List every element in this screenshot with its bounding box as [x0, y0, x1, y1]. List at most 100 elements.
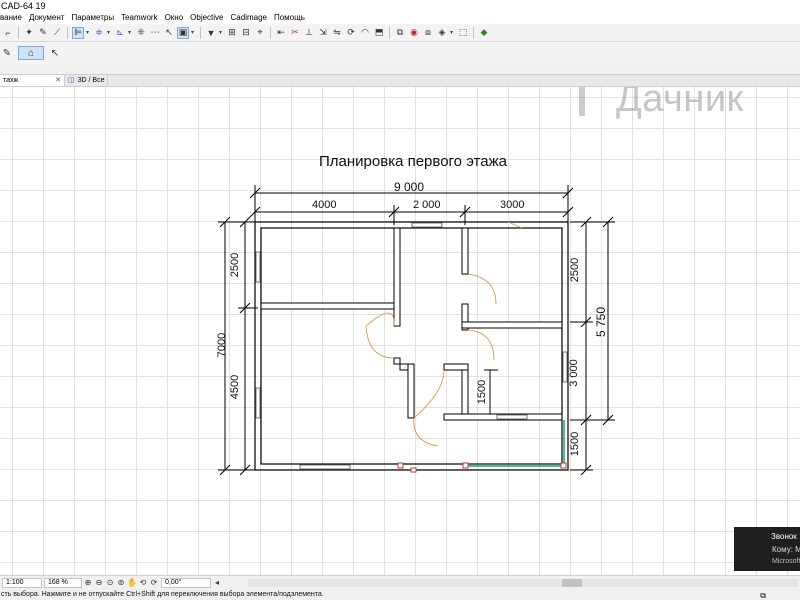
dimension-right-segment: 3 000 — [567, 359, 580, 387]
notification-recipient: Кому: М — [772, 545, 800, 554]
layer-combination-icon[interactable]: ▣ — [177, 26, 189, 39]
fillet-icon[interactable]: ◠ — [359, 27, 371, 39]
menu-item-objective[interactable]: Objective — [187, 12, 227, 24]
chevron-down-icon[interactable]: ▾ — [128, 29, 133, 36]
horizontal-scrollbar[interactable] — [248, 579, 798, 587]
standard-toolbar: ⌐ ✦ ✎ ⟋ ⊫ ▾ ≑ ▾ ⊾ ▾ ⁜ ⋯ ↖ ▣ ▾ ▼ ▾ ⊞ ⊟ ⌖ … — [0, 24, 800, 42]
toolbar-divider — [200, 26, 201, 39]
grid-snap-icon[interactable]: ⁜ — [135, 27, 147, 39]
call-notification[interactable]: Звонок Кому: М Microsoft — [734, 527, 800, 571]
dimension-interior: 1500 — [476, 379, 489, 405]
resize-icon[interactable]: ⇲ — [317, 27, 329, 39]
dimension-overall-width: 9 000 — [394, 180, 425, 194]
archicad-window: CAD-64 19 вание Документ Параметры Teamw… — [0, 0, 800, 600]
dimension-right-segment: 1500 — [569, 431, 582, 457]
toolbar-divider — [18, 26, 19, 39]
notification-app: Microsoft — [772, 558, 800, 565]
chevron-down-icon[interactable]: ▾ — [107, 29, 112, 36]
rotate-view-right-icon[interactable]: ⟳ — [149, 578, 159, 588]
tab-floor-plan[interactable]: тахж ✕ — [0, 75, 65, 86]
toolbar-divider — [389, 26, 390, 39]
eyedropper-icon[interactable]: ⟋ — [51, 27, 63, 39]
dimension-right-segment: 2500 — [569, 257, 582, 283]
chevron-down-icon[interactable]: ▾ — [450, 29, 455, 36]
navigator-bar: 1:100 168 % ⊕ ⊖ ⊙ ⊚ ✋ ⟲ ⟳ 0,00° ◂ — [0, 575, 800, 589]
angle-field[interactable]: 0,00° — [161, 577, 211, 588]
dimension-left-segment: 4500 — [229, 374, 242, 400]
chevron-down-icon[interactable]: ▾ — [86, 29, 91, 36]
scrollbar-thumb[interactable] — [562, 579, 582, 587]
rotate-view-icon[interactable]: ⟲ — [138, 578, 148, 588]
menu-item-help[interactable]: Помощь — [271, 12, 309, 24]
menu-item-cadimage[interactable]: Cadimage — [228, 12, 271, 24]
arrange-icon[interactable]: ⬚ — [457, 27, 469, 39]
arrow-select-icon[interactable]: ↖ — [48, 46, 62, 60]
menu-item-window[interactable]: Окно — [162, 12, 188, 24]
dimension-top-segment: 4000 — [312, 199, 337, 211]
dimension-top-segment: 2 000 — [413, 199, 441, 211]
zoom-in-icon[interactable]: ⊕ — [83, 578, 93, 588]
tab-label: 3D / Все — [77, 77, 105, 84]
arrow-tool-icon[interactable]: ⌐ — [2, 27, 14, 39]
dimension-overall-height: 7000 — [216, 332, 229, 358]
view-tabs: тахж ✕ ◫ 3D / Все — [0, 74, 800, 87]
pan-icon[interactable]: ✋ — [127, 578, 137, 588]
magic-wand-icon[interactable]: ✦ — [23, 27, 35, 39]
layers-icon[interactable]: ◈ — [436, 27, 448, 39]
tab-3d[interactable]: ◫ 3D / Все — [65, 75, 109, 86]
elevate-icon[interactable]: ⬒ — [373, 27, 385, 39]
offset-icon[interactable]: ⊥ — [303, 27, 315, 39]
toolbar-divider — [473, 26, 474, 39]
mirror-icon[interactable]: ⇋ — [331, 27, 343, 39]
pencil-icon[interactable]: ✎ — [0, 46, 14, 60]
zoom-previous-icon[interactable]: ⊚ — [116, 578, 126, 588]
toolbar-divider — [67, 26, 68, 39]
status-text: сть выбора. Нажмите и не отпускайте Ctrl… — [1, 591, 324, 598]
cube-icon: ◫ — [68, 77, 75, 84]
chevron-down-icon[interactable]: ▾ — [219, 29, 224, 36]
split-icon[interactable]: ⊞ — [226, 27, 238, 39]
notification-title: Звонок — [771, 532, 797, 541]
watermark-text: Дачник — [616, 87, 744, 120]
trim-icon[interactable]: ✂ — [289, 27, 301, 39]
close-icon[interactable]: ✕ — [55, 75, 61, 86]
teamwork-icon[interactable]: ◆ — [478, 27, 490, 39]
cursor-icon[interactable]: ↖ — [163, 27, 175, 39]
rotate-icon[interactable]: ⟳ — [345, 27, 357, 39]
dimension-overall-right: 5 750 — [594, 306, 609, 338]
dimension-left-segment: 2500 — [229, 252, 242, 278]
sheets-icon[interactable]: ⧉ — [760, 590, 766, 600]
group-icon[interactable]: ⧉ — [394, 27, 406, 39]
status-bar: сть выбора. Нажмите и не отпускайте Ctrl… — [0, 589, 800, 600]
suspend-groups-icon[interactable]: ⋯ — [149, 27, 161, 39]
menu-bar: вание Документ Параметры Teamwork Окно O… — [0, 12, 800, 24]
dimension-top-segment: 3000 — [500, 199, 525, 211]
stretch-icon[interactable]: ⇤ — [275, 27, 287, 39]
toolbox-row: ✎ ⌂ ↖ — [0, 42, 800, 64]
menu-item-document[interactable]: Документ — [26, 12, 69, 24]
tab-label: тахж — [3, 77, 19, 84]
zoom-fit-icon[interactable]: ⊙ — [105, 578, 115, 588]
menu-item-view[interactable]: вание — [0, 12, 26, 24]
window-title: CAD-64 19 — [0, 0, 800, 12]
fill-icon[interactable]: ▼ — [205, 27, 217, 39]
zoom-field[interactable]: 168 % — [44, 577, 82, 588]
toolbar-divider — [270, 26, 271, 39]
adjust-icon[interactable]: ⊟ — [240, 27, 252, 39]
lock-icon[interactable]: ◉ — [408, 27, 420, 39]
chevron-down-icon[interactable]: ▾ — [191, 29, 196, 36]
menu-item-options[interactable]: Параметры — [68, 12, 118, 24]
pen-icon[interactable]: ✎ — [37, 27, 49, 39]
menu-item-teamwork[interactable]: Teamwork — [118, 12, 161, 24]
zoom-out-icon[interactable]: ⊖ — [94, 578, 104, 588]
snap-guides-icon[interactable]: ⊫ — [72, 26, 84, 39]
ungroup-icon[interactable]: ⧈ — [422, 27, 434, 39]
drawing-canvas[interactable]: Дачник Планировка первого этажа 9 000 40… — [0, 87, 800, 575]
marquee-tool-icon[interactable]: ⌂ — [18, 46, 44, 60]
snap-reference-icon[interactable]: ⊾ — [114, 27, 126, 39]
plan-title: Планировка первого этажа — [319, 153, 507, 170]
intersect-icon[interactable]: ⌖ — [254, 27, 266, 39]
scroll-left-icon[interactable]: ◂ — [212, 578, 222, 588]
guide-lines-icon[interactable]: ≑ — [93, 27, 105, 39]
scale-field[interactable]: 1:100 — [2, 577, 42, 588]
